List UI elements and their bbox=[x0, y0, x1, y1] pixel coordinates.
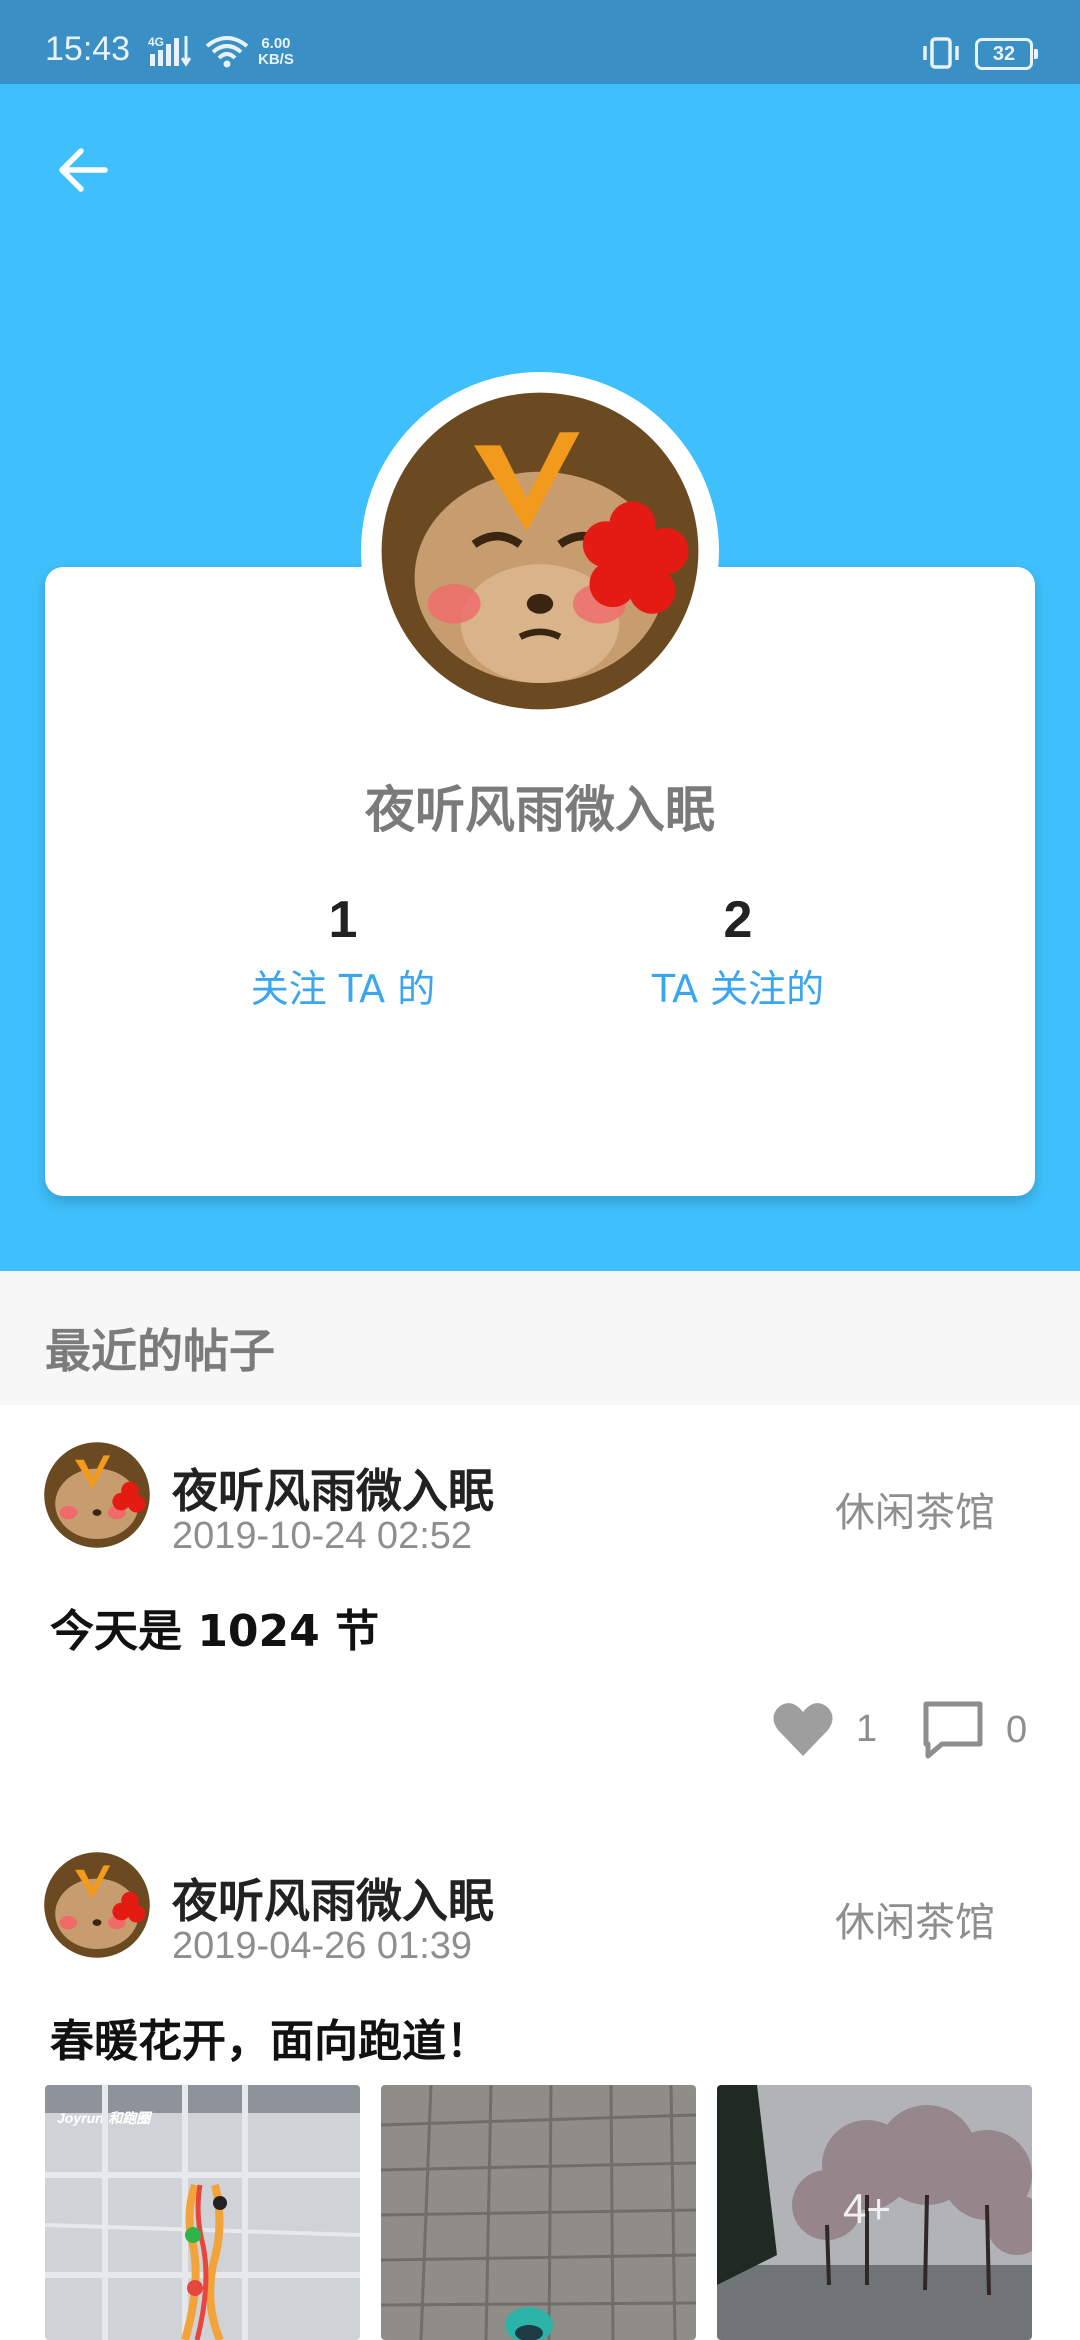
comment-button[interactable]: 0 bbox=[922, 1700, 1027, 1760]
post-time: 2019-04-26 01:39 bbox=[172, 1925, 473, 1967]
post-avatar[interactable] bbox=[42, 1850, 152, 1960]
post-image-trees[interactable]: 4+ bbox=[717, 2085, 1032, 2340]
post-author[interactable]: 夜听风雨微入眠 bbox=[172, 1865, 494, 1931]
post-time: 2019-10-24 02:52 bbox=[172, 1515, 473, 1557]
battery-indicator: 32 bbox=[975, 38, 1038, 70]
section-title: 最近的帖子 bbox=[45, 1324, 275, 1378]
post-avatar[interactable] bbox=[42, 1440, 152, 1550]
following-count: 2 bbox=[723, 891, 753, 949]
post-forum[interactable]: 休闲茶馆 bbox=[835, 1890, 995, 1948]
comment-icon bbox=[923, 1701, 983, 1759]
followers-label: 关注 TA 的 bbox=[250, 967, 436, 1011]
status-time: 15:43 bbox=[45, 30, 131, 68]
like-count: 1 bbox=[856, 1707, 878, 1750]
profile-nickname: 夜听风雨微入眠 bbox=[365, 781, 715, 839]
vibrate-icon bbox=[923, 37, 959, 69]
post-forum[interactable]: 休闲茶馆 bbox=[835, 1480, 995, 1538]
post-item[interactable]: 夜听风雨微入眠 2019-10-24 02:52 休闲茶馆 今天是 1024 节… bbox=[0, 1405, 1080, 1815]
status-bar: 15:43 4G 6.00 KB/S 32 bbox=[0, 0, 1080, 84]
post-content: 春暖花开，面向跑道！ bbox=[50, 2016, 490, 2067]
svg-text:4G: 4G bbox=[148, 35, 164, 49]
post-content: 今天是 1024 节 bbox=[50, 1606, 380, 1657]
more-images-count: 4+ bbox=[843, 2185, 891, 2232]
heart-icon bbox=[773, 1703, 833, 1756]
post-image-map[interactable]: Joyrun·和跑圈 bbox=[45, 2085, 360, 2340]
following-label: TA 关注的 bbox=[651, 967, 825, 1011]
followers-stat[interactable]: 1 关注 TA 的 bbox=[193, 890, 493, 1013]
like-button[interactable]: 1 bbox=[772, 1700, 877, 1758]
post-image-pavement[interactable] bbox=[381, 2085, 696, 2340]
comment-count: 0 bbox=[1006, 1708, 1028, 1751]
arrow-left-icon bbox=[59, 148, 108, 192]
following-stat[interactable]: 2 TA 关注的 bbox=[588, 890, 888, 1013]
signal-icon: 4G bbox=[148, 35, 192, 67]
recent-posts-header: 最近的帖子 bbox=[0, 1271, 1080, 1405]
back-button[interactable] bbox=[48, 135, 118, 205]
network-speed: 6.00 KB/S bbox=[258, 35, 294, 68]
post-author[interactable]: 夜听风雨微入眠 bbox=[172, 1455, 494, 1521]
wifi-icon bbox=[205, 36, 249, 68]
followers-count: 1 bbox=[328, 891, 358, 949]
avatar[interactable] bbox=[375, 386, 705, 716]
